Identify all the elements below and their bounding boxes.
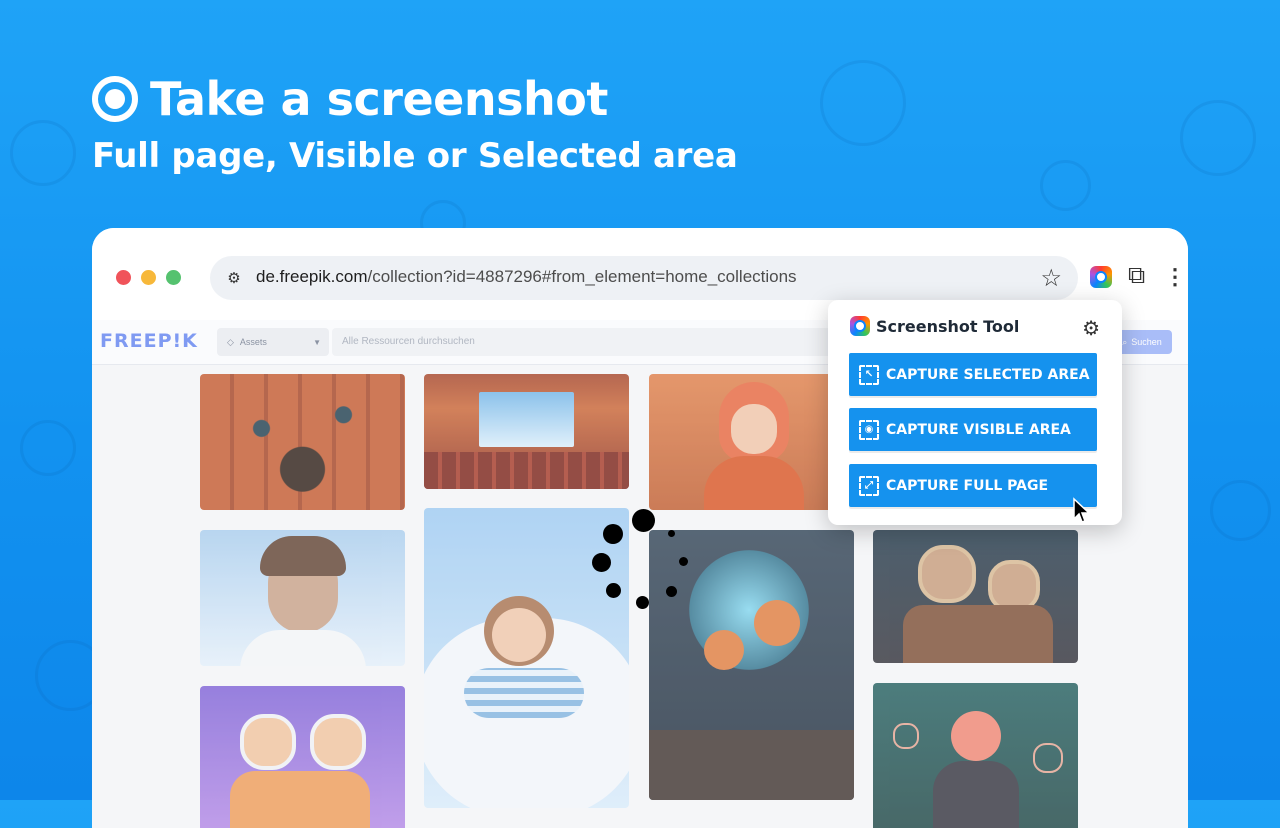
- capture-selected-area-label: CAPTURE SELECTED AREA: [886, 366, 1090, 383]
- capture-full-page-button[interactable]: ⤢ CAPTURE FULL PAGE: [849, 464, 1097, 507]
- hero-subtitle: Full page, Visible or Selected area: [92, 136, 738, 176]
- hero-title: Take a screenshot: [92, 72, 738, 126]
- close-dot[interactable]: [116, 270, 131, 285]
- selection-icon: ↖: [859, 364, 879, 385]
- site-search-button-label: Suchen: [1131, 337, 1162, 347]
- image-tile-sleeping-child[interactable]: [424, 508, 629, 808]
- record-icon: [92, 76, 138, 122]
- mouse-cursor-icon: [1073, 497, 1091, 523]
- image-tile-cinema[interactable]: [424, 374, 629, 489]
- chevron-down-icon: ▼: [313, 337, 321, 347]
- asset-select[interactable]: ◇ Assets ▼: [217, 328, 329, 356]
- capture-visible-area-button[interactable]: ◉ CAPTURE VISIBLE AREA: [849, 408, 1097, 451]
- site-settings-icon[interactable]: ⚙: [224, 268, 244, 288]
- image-tile-astronaut-kids[interactable]: [200, 686, 405, 828]
- capture-visible-area-label: CAPTURE VISIBLE AREA: [886, 421, 1071, 438]
- image-tile-bubbles-girl[interactable]: [873, 683, 1078, 828]
- window-controls: [116, 270, 181, 285]
- url-host: de.freepik.com: [256, 267, 368, 286]
- address-bar[interactable]: ⚙ de.freepik.com/collection?id=4887296#f…: [210, 256, 1078, 300]
- bookmark-star-icon[interactable]: ☆: [1040, 264, 1062, 293]
- image-tile-astronauts[interactable]: [649, 530, 854, 800]
- image-tile-headphones-girl[interactable]: [649, 374, 854, 510]
- asset-select-label: Assets: [239, 337, 267, 347]
- maximize-dot[interactable]: [166, 270, 181, 285]
- site-logo[interactable]: FREEP!K: [100, 330, 198, 352]
- capture-full-page-label: CAPTURE FULL PAGE: [886, 477, 1049, 494]
- more-menu-icon[interactable]: ⋮: [1164, 264, 1186, 290]
- hero-title-text: Take a screenshot: [150, 72, 608, 126]
- minimize-dot[interactable]: [141, 270, 156, 285]
- screenshot-tool-popup: Screenshot Tool ⚙ ↖ CAPTURE SELECTED ARE…: [828, 300, 1122, 525]
- url-path: /collection?id=4887296#from_element=home…: [367, 267, 797, 286]
- gear-icon[interactable]: ⚙: [1082, 316, 1100, 341]
- expand-icon: ⤢: [859, 475, 879, 496]
- popup-header: Screenshot Tool: [850, 316, 1019, 336]
- asset-icon: ◇: [227, 336, 234, 347]
- popup-title: Screenshot Tool: [876, 316, 1020, 336]
- extensions-puzzle-icon[interactable]: ⧉: [1128, 262, 1145, 290]
- image-tile-space-kids[interactable]: [873, 530, 1078, 663]
- url-text[interactable]: de.freepik.com/collection?id=4887296#fro…: [256, 267, 797, 287]
- search-icon: ⌕: [1122, 336, 1128, 347]
- image-tile-speakers[interactable]: [200, 374, 405, 510]
- screenshot-extension-icon[interactable]: [1090, 266, 1112, 288]
- eye-icon: ◉: [859, 419, 879, 440]
- hero: Take a screenshot Full page, Visible or …: [92, 72, 738, 176]
- capture-selected-area-button[interactable]: ↖ CAPTURE SELECTED AREA: [849, 353, 1097, 396]
- screenshot-tool-logo-icon: [850, 316, 870, 336]
- image-tile-boy-clouds[interactable]: [200, 530, 405, 666]
